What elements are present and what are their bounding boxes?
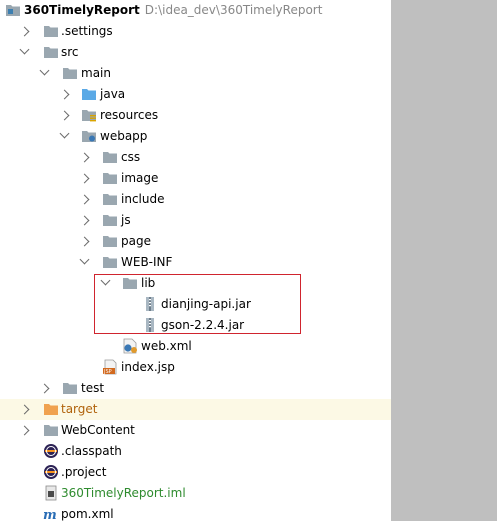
tree-row-test[interactable]: test — [0, 378, 391, 399]
folder-icon — [44, 47, 58, 58]
tree-label: java — [100, 87, 126, 101]
tree-label: webapp — [100, 129, 148, 143]
tree-row-pom[interactable]: m pom.xml — [0, 504, 391, 521]
tree-row-web-inf[interactable]: WEB-INF — [0, 252, 391, 273]
folder-icon — [44, 26, 58, 37]
expand-arrow-icon[interactable] — [79, 194, 90, 205]
folder-icon — [103, 257, 117, 268]
tree-label: .classpath — [61, 444, 122, 458]
tree-row-js[interactable]: js — [0, 210, 391, 231]
expand-arrow-icon[interactable] — [39, 383, 50, 394]
tree-row-css[interactable]: css — [0, 147, 391, 168]
project-name: 360TimelyReport — [24, 3, 140, 17]
expand-arrow-icon[interactable] — [79, 173, 90, 184]
collapse-arrow-icon[interactable] — [39, 65, 50, 76]
tree-label: index.jsp — [121, 360, 175, 374]
expand-arrow-icon[interactable] — [19, 26, 30, 37]
svg-text:JSP: JSP — [103, 369, 112, 375]
collapse-arrow-icon[interactable] — [19, 44, 30, 55]
tree-label: web.xml — [141, 339, 192, 353]
expand-arrow-icon[interactable] — [59, 110, 70, 121]
tree-label: target — [61, 402, 98, 416]
tree-row-settings[interactable]: .settings — [0, 21, 391, 42]
tree-row-webapp[interactable]: webapp — [0, 126, 391, 147]
tree-label: main — [81, 66, 111, 80]
tree-row-java[interactable]: java — [0, 84, 391, 105]
tree-row-iml[interactable]: 360TimelyReport.iml — [0, 483, 391, 504]
tree-label: 360TimelyReport.iml — [61, 486, 186, 500]
editor-gutter-panel — [391, 0, 497, 521]
tree-label: pom.xml — [61, 507, 114, 521]
tree-label: src — [61, 45, 79, 59]
collapse-arrow-icon[interactable] — [79, 254, 90, 265]
excluded-folder-icon — [44, 404, 58, 415]
tree-label: page — [121, 234, 151, 248]
module-folder-icon — [6, 5, 20, 16]
expand-arrow-icon[interactable] — [59, 89, 70, 100]
tree-row-page[interactable]: page — [0, 231, 391, 252]
folder-icon — [103, 194, 117, 205]
tree-row-index-jsp[interactable]: JSP index.jsp — [0, 357, 391, 378]
tree-label: .project — [61, 465, 107, 479]
tree-row-src[interactable]: src — [0, 42, 391, 63]
tree-row-project[interactable]: .project — [0, 462, 391, 483]
expand-arrow-icon[interactable] — [19, 404, 30, 415]
folder-icon — [103, 173, 117, 184]
tree-label: resources — [100, 108, 159, 122]
folder-icon — [103, 236, 117, 247]
eclipse-file-icon — [44, 465, 58, 479]
expand-arrow-icon[interactable] — [79, 152, 90, 163]
collapse-arrow-icon[interactable] — [59, 128, 70, 139]
tree-row-target[interactable]: target — [0, 399, 391, 420]
annotation-highlight-box — [94, 274, 301, 334]
tree-label: image — [121, 171, 159, 185]
xml-config-icon — [123, 338, 137, 354]
tree-label: WEB-INF — [121, 255, 173, 269]
tree-label: js — [121, 213, 131, 227]
project-tree: 360TimelyReport D:\idea_dev\360TimelyRepo… — [0, 0, 391, 521]
tree-row-image[interactable]: image — [0, 168, 391, 189]
tree-row-include[interactable]: include — [0, 189, 391, 210]
tree-label: test — [81, 381, 105, 395]
tree-label: .settings — [61, 24, 113, 38]
expand-arrow-icon[interactable] — [19, 425, 30, 436]
folder-icon — [63, 68, 77, 79]
module-file-icon — [45, 485, 57, 501]
svg-text:m: m — [43, 508, 57, 521]
tree-label: include — [121, 192, 165, 206]
eclipse-file-icon — [44, 444, 58, 458]
resources-folder-icon — [82, 110, 96, 122]
tree-row-root[interactable]: 360TimelyReport D:\idea_dev\360TimelyRepo… — [0, 0, 391, 21]
project-path: D:\idea_dev\360TimelyReport — [144, 3, 323, 17]
tree-row-resources[interactable]: resources — [0, 105, 391, 126]
folder-icon — [103, 152, 117, 163]
tree-row-main[interactable]: main — [0, 63, 391, 84]
web-folder-icon — [82, 131, 96, 142]
tree-row-classpath[interactable]: .classpath — [0, 441, 391, 462]
expand-arrow-icon[interactable] — [79, 236, 90, 247]
folder-icon — [63, 383, 77, 394]
source-folder-icon — [82, 89, 96, 100]
folder-icon — [44, 425, 58, 436]
jsp-file-icon: JSP — [103, 359, 117, 375]
folder-icon — [103, 215, 117, 226]
tree-label: css — [121, 150, 141, 164]
tree-row-webcontent[interactable]: WebContent — [0, 420, 391, 441]
tree-label: WebContent — [61, 423, 135, 437]
expand-arrow-icon[interactable] — [79, 215, 90, 226]
maven-icon: m — [43, 508, 57, 521]
tree-row-web-xml[interactable]: web.xml — [0, 336, 391, 357]
